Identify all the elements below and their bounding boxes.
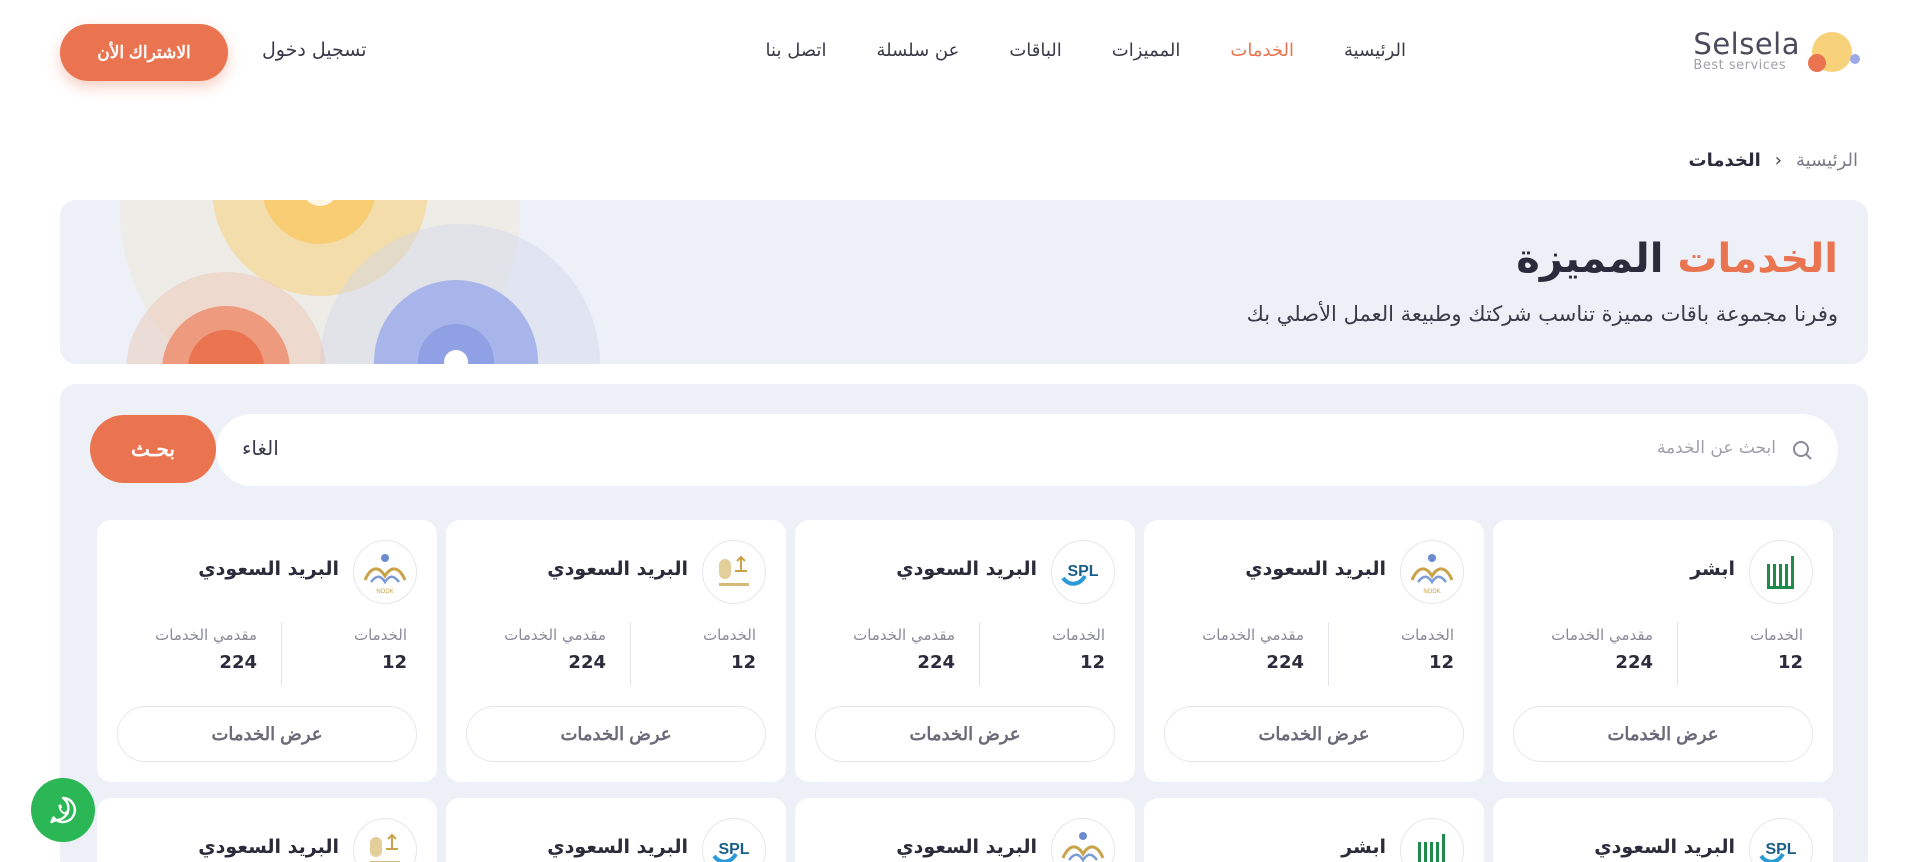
service-title: البريد السعودي <box>1594 836 1735 858</box>
providers-count-label: مقدمي الخدمات <box>1551 626 1653 644</box>
services-count-label: الخدمات <box>702 626 756 644</box>
service-card: البريد السعودي الخدمات 12 مقدمي الخدمات 224 ع… <box>446 520 786 782</box>
svg-text:SPL: SPL <box>718 841 749 858</box>
hero-banner: الخدمات المميزة وفرنا مجموعة باقات مميزة… <box>60 200 1868 364</box>
service-card: البريد السعودي <box>97 798 437 862</box>
service-logo-icon <box>353 818 417 862</box>
service-logo-icon: NODK <box>1400 540 1464 604</box>
breadcrumb: الرئيسية › الخدمات <box>1689 150 1859 171</box>
services-count-label: الخدمات <box>353 626 407 644</box>
brand-mark-icon <box>1808 28 1860 74</box>
nav-item-3[interactable]: الباقات <box>1009 40 1061 61</box>
nav-item-5[interactable]: اتصل بنا <box>766 40 827 61</box>
stat-divider <box>979 622 980 686</box>
service-title: البريد السعودي <box>547 558 688 580</box>
providers-count: 224 <box>1266 652 1304 673</box>
service-card: ابشر الخدمات 12 مقدمي الخدمات 224 عرض الخدمات <box>1493 520 1833 782</box>
service-logo-icon <box>1749 540 1813 604</box>
services-count: 12 <box>1777 652 1803 673</box>
nav-item-1[interactable]: الخدمات <box>1230 40 1294 61</box>
breadcrumb-home[interactable]: الرئيسية <box>1796 150 1858 171</box>
service-card: NODK البريد السعودي <box>795 798 1135 862</box>
hero-title-rest: المميزة <box>1516 236 1664 282</box>
view-services-button[interactable]: عرض الخدمات <box>1164 706 1464 762</box>
service-title: البريد السعودي <box>1245 558 1386 580</box>
service-card: SPL البريد السعودي <box>1493 798 1833 862</box>
service-logo-icon <box>702 540 766 604</box>
search-icon <box>1793 441 1812 460</box>
search-button[interactable]: بحـث <box>90 415 216 483</box>
service-card: NODK البريد السعودي الخدمات 12 مقدمي الخدمات… <box>97 520 437 782</box>
subscribe-button[interactable]: الاشتراك الأن <box>60 24 228 81</box>
svg-text:NODK: NODK <box>376 589 393 595</box>
providers-count-label: مقدمي الخدمات <box>1202 626 1304 644</box>
service-logo-icon <box>1400 818 1464 862</box>
providers-count-label: مقدمي الخدمات <box>504 626 606 644</box>
providers-count: 224 <box>568 652 606 673</box>
service-card: ابشر <box>1144 798 1484 862</box>
services-count-label: الخدمات <box>1749 626 1803 644</box>
view-services-button[interactable]: عرض الخدمات <box>1513 706 1813 762</box>
login-link[interactable]: تسجيل دخول <box>262 39 367 61</box>
whatsapp-button[interactable] <box>31 778 95 842</box>
service-card: NODK البريد السعودي الخدمات 12 مقدمي الخدمات… <box>1144 520 1484 782</box>
svg-text:NODK: NODK <box>1423 589 1440 595</box>
nav-item-4[interactable]: عن سلسلة <box>876 40 959 61</box>
service-logo-icon: SPL <box>1051 540 1115 604</box>
service-card: SPL البريد السعودي الخدمات 12 مقدمي الخدمات 2… <box>795 520 1135 782</box>
brand-name: Selsela <box>1693 27 1800 61</box>
whatsapp-icon <box>50 796 77 824</box>
providers-count: 224 <box>1615 652 1653 673</box>
nav-item-0[interactable]: الرئيسية <box>1344 40 1406 61</box>
service-title: البريد السعودي <box>547 836 688 858</box>
service-logo-icon: NODK <box>1051 818 1115 862</box>
providers-count-label: مقدمي الخدمات <box>155 626 257 644</box>
view-services-button[interactable]: عرض الخدمات <box>466 706 766 762</box>
stat-divider <box>630 622 631 686</box>
services-count: 12 <box>1079 652 1105 673</box>
search-placeholder: ابحث عن الخدمة <box>1656 438 1776 458</box>
services-count-label: الخدمات <box>1051 626 1105 644</box>
stat-divider <box>281 622 282 686</box>
service-logo-icon: SPL <box>1749 818 1813 862</box>
service-title: ابشر <box>1690 558 1735 580</box>
brand-text: Selsela Best services <box>1693 29 1800 73</box>
service-logo-icon: NODK <box>353 540 417 604</box>
svg-text:SPL: SPL <box>1067 563 1098 580</box>
view-services-button[interactable]: عرض الخدمات <box>117 706 417 762</box>
hero-title: الخدمات المميزة <box>1516 236 1838 282</box>
services-count: 12 <box>730 652 756 673</box>
brand-tagline: Best services <box>1693 58 1787 73</box>
providers-count-label: مقدمي الخدمات <box>853 626 955 644</box>
stat-divider <box>1328 622 1329 686</box>
view-services-button[interactable]: عرض الخدمات <box>815 706 1115 762</box>
nav-item-2[interactable]: المميزات <box>1112 40 1181 61</box>
service-logo-icon: SPL <box>702 818 766 862</box>
service-title: البريد السعودي <box>896 836 1037 858</box>
site-header: Selsela Best services الرئيسية الخدمات الم… <box>0 0 1918 108</box>
services-count: 12 <box>381 652 407 673</box>
stat-divider <box>1677 622 1678 686</box>
service-title: البريد السعودي <box>198 558 339 580</box>
hero-title-accent: الخدمات <box>1677 236 1838 282</box>
service-title: البريد السعودي <box>198 836 339 858</box>
search-clear-button[interactable]: الغاء <box>242 436 279 460</box>
providers-count: 224 <box>917 652 955 673</box>
service-title: ابشر <box>1341 836 1386 858</box>
search-input[interactable]: ابحث عن الخدمة الغاء <box>216 414 1838 486</box>
hero-subtitle: وفرنا مجموعة باقات مميزة تناسب شركتك وطب… <box>1246 302 1838 326</box>
breadcrumb-current: الخدمات <box>1688 150 1761 171</box>
providers-count: 224 <box>219 652 257 673</box>
breadcrumb-separator-icon: › <box>1774 150 1782 171</box>
brand-logo[interactable]: Selsela Best services <box>1693 28 1860 74</box>
service-title: البريد السعودي <box>896 558 1037 580</box>
svg-text:SPL: SPL <box>1765 841 1796 858</box>
main-nav: الرئيسية الخدمات المميزات الباقات عن سلسلة ات… <box>766 40 1406 61</box>
services-count: 12 <box>1428 652 1454 673</box>
services-count-label: الخدمات <box>1400 626 1454 644</box>
service-card: SPL البريد السعودي <box>446 798 786 862</box>
